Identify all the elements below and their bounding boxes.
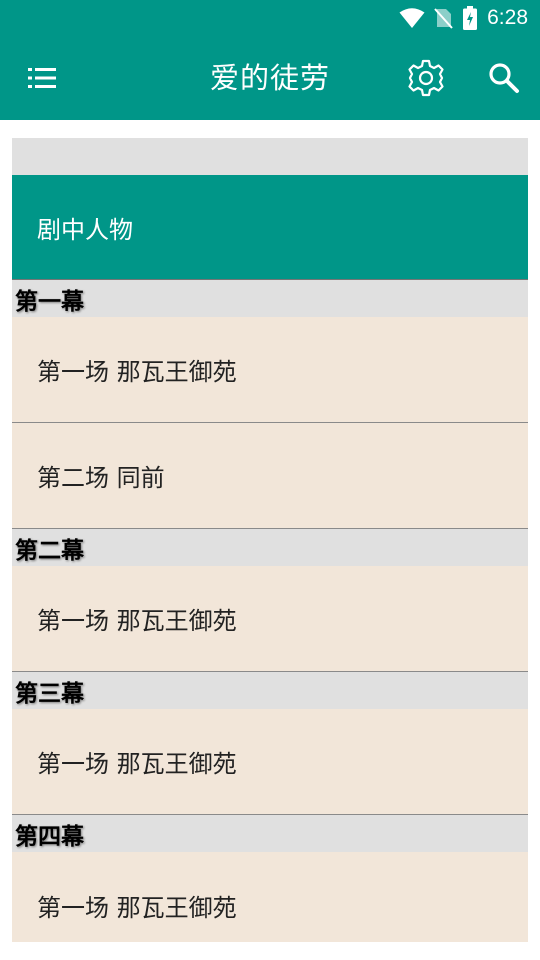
act-header: 第一幕	[12, 280, 528, 317]
scene-label: 第一场 那瓦王御苑	[37, 893, 237, 922]
list-item[interactable]: 第一场 那瓦王御苑	[12, 566, 528, 672]
scene-label: 第一场 那瓦王御苑	[37, 607, 237, 635]
list-item[interactable]: 第一场 那瓦王御苑	[12, 709, 528, 815]
battery-charging-icon	[463, 6, 478, 30]
list-item-label: 剧中人物	[37, 215, 133, 244]
search-button[interactable]	[486, 60, 522, 96]
section-spacer	[12, 138, 528, 175]
scene-label: 第二场 同前	[37, 464, 165, 492]
status-bar: 6:28	[0, 0, 540, 36]
list-item-cast[interactable]: 剧中人物	[12, 175, 528, 280]
act-header: 第四幕	[12, 815, 528, 852]
list-item[interactable]: 第二场 同前	[12, 423, 528, 529]
table-of-contents[interactable]: 剧中人物 第一幕 第一场 那瓦王御苑 第二场 同前 第二幕 第一场 那瓦王御苑 …	[12, 138, 528, 942]
settings-button[interactable]	[406, 58, 446, 98]
page-title: 爱的徒劳	[209, 61, 330, 95]
scene-label: 第一场 那瓦王御苑	[37, 358, 237, 386]
list-item[interactable]: 第一场 那瓦王御苑	[12, 317, 528, 423]
act-title: 第一幕	[15, 288, 84, 315]
gear-icon	[406, 59, 446, 102]
act-header: 第三幕	[12, 672, 528, 709]
no-sim-icon	[433, 7, 453, 29]
clock: 6:28	[487, 6, 528, 29]
status-icons: 6:28	[399, 5, 528, 31]
act-title: 第二幕	[15, 537, 84, 564]
wifi-icon	[399, 7, 425, 29]
search-icon	[486, 63, 522, 100]
app-bar: 爱的徒劳	[0, 36, 540, 120]
act-title: 第四幕	[15, 823, 84, 850]
scene-label: 第一场 那瓦王御苑	[37, 750, 237, 778]
act-title: 第三幕	[15, 680, 84, 707]
act-header: 第二幕	[12, 529, 528, 566]
list-item[interactable]: 第一场 那瓦王御苑	[12, 852, 528, 942]
